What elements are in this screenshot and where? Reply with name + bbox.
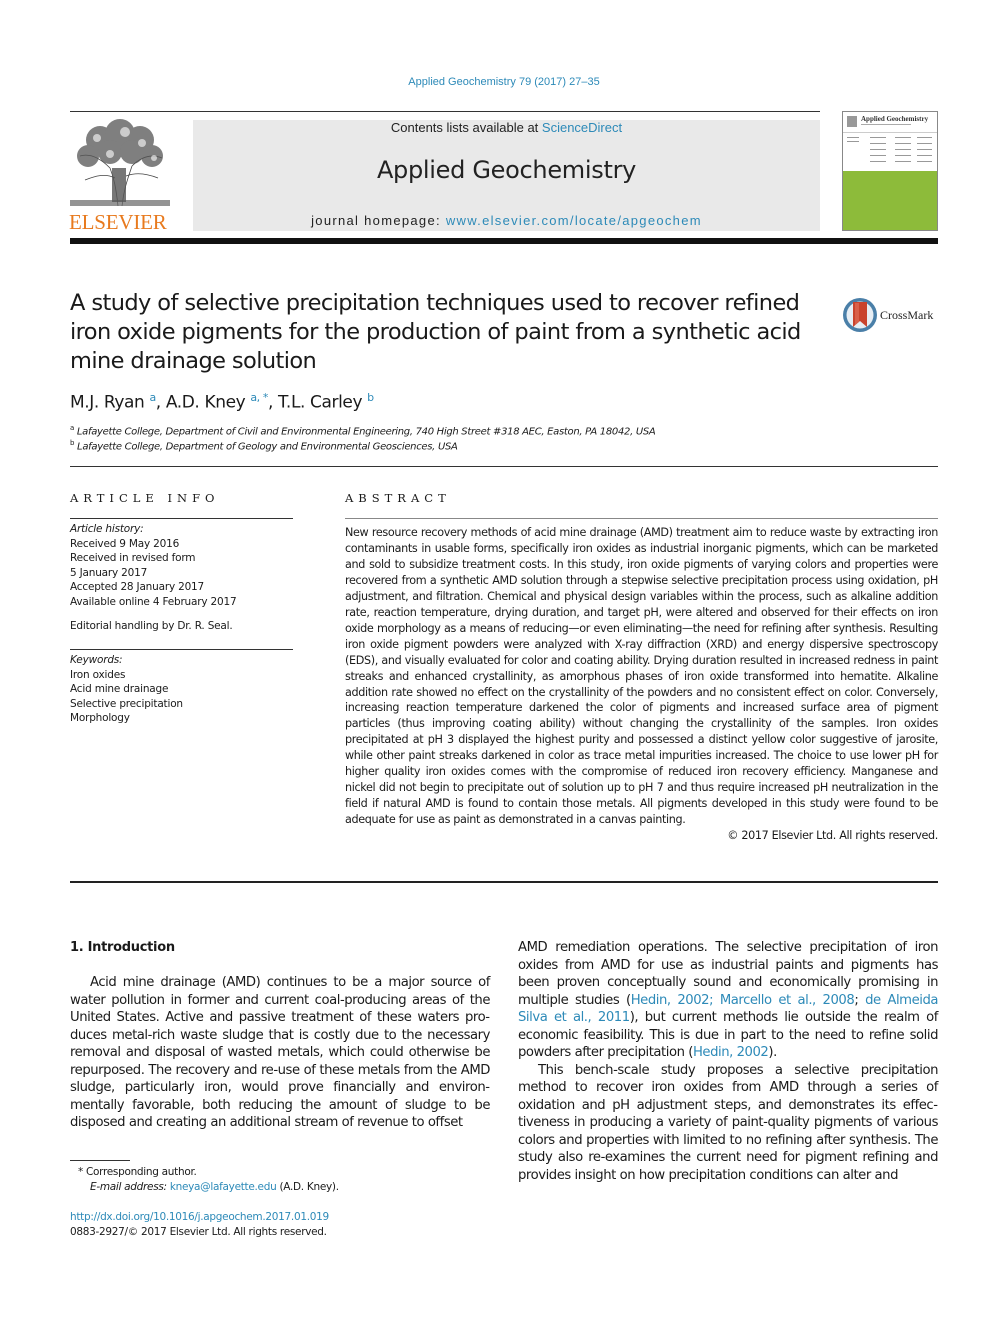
journal-title: Applied Geochemistry	[376, 156, 637, 184]
cover-line	[917, 155, 932, 156]
history-item: Received 9 May 2016	[70, 537, 180, 550]
author-name[interactable]: M.J. Ryan	[70, 393, 145, 413]
abstract-text: New resource recovery methods of acid mi…	[345, 526, 938, 827]
header-thick-rule	[70, 238, 938, 244]
cover-line	[847, 137, 859, 138]
cover-title: Applied Geochemistry	[861, 115, 929, 123]
article-title: A study of selective precipitation techn…	[70, 290, 801, 374]
author-separator: ,	[155, 392, 166, 413]
paragraph-text: ).	[768, 1045, 777, 1060]
reference-link[interactable]: Hedin, 2002; Marcello et al., 2008	[631, 993, 855, 1008]
cover-line	[895, 161, 911, 162]
history-item: 5 January 2017	[70, 566, 148, 579]
journal-banner: Contents lists available at ScienceDirec…	[193, 120, 820, 231]
elsevier-tree-icon	[70, 119, 170, 207]
email-label: E-mail address:	[90, 1181, 170, 1193]
author-affiliation-marker[interactable]: b	[367, 391, 374, 404]
keyword: Morphology	[70, 712, 130, 724]
abstract-heading: ABSTRACT	[345, 491, 451, 505]
cover-line	[870, 143, 886, 144]
affiliation-marker: a	[70, 424, 74, 432]
contents-availability: Contents lists available at ScienceDirec…	[193, 120, 820, 135]
cover-contents	[843, 132, 937, 171]
homepage-link[interactable]: www.elsevier.com/locate/apgeochem	[446, 213, 702, 228]
keywords-label: Keywords:	[70, 654, 123, 666]
cover-line	[895, 137, 911, 138]
cover-subtitle-line	[861, 124, 911, 125]
author-affiliation-marker[interactable]: a, *	[250, 391, 268, 404]
issn-line: 0883-2927/© 2017 Elsevier Ltd. All right…	[70, 1226, 327, 1238]
body-column-right: AMD remediation operations. The selectiv…	[518, 939, 938, 1184]
history-item: Available online 4 February 2017	[70, 595, 237, 608]
article-history-label: Article history:	[70, 523, 144, 535]
homepage-prefix: journal homepage:	[311, 213, 446, 228]
cover-line	[847, 141, 859, 142]
body-column-left: Acid mine drainage (AMD) continues to be…	[70, 974, 490, 1132]
abstract-bottom-rule	[70, 881, 938, 883]
author-name[interactable]: T.L. Carley	[278, 393, 363, 413]
citation-link[interactable]: Applied Geochemistry 79 (2017) 27–35	[408, 76, 599, 88]
crossmark-label: CrossMark	[880, 308, 934, 322]
editorial-handling: Editorial handling by Dr. R. Seal.	[70, 620, 233, 632]
intro-paragraph-continued: AMD remediation operations. The selectiv…	[518, 939, 938, 1062]
affiliation-text: Lafayette College, Department of Geology…	[77, 441, 458, 453]
keywords-rule	[70, 649, 293, 650]
cover-line	[917, 143, 932, 144]
keyword: Iron oxides	[70, 668, 126, 681]
history-item: Received in revised form	[70, 552, 196, 564]
corresponding-author-note: * Corresponding author.	[78, 1166, 197, 1178]
abstract-copyright: © 2017 Elsevier Ltd. All rights reserved…	[727, 829, 938, 843]
cover-line	[895, 149, 911, 150]
affiliation-marker: b	[70, 439, 75, 447]
cover-line	[917, 161, 932, 162]
article-info-rule	[70, 518, 293, 519]
elsevier-wordmark: ELSEVIER	[69, 210, 167, 234]
author-name[interactable]: A.D. Kney	[166, 393, 246, 413]
affiliation-text: Lafayette College, Department of Civil a…	[76, 426, 656, 438]
section-heading-introduction: 1. Introduction	[70, 940, 175, 955]
cover-logo-icon	[847, 116, 857, 127]
keyword: Acid mine drainage	[70, 683, 169, 695]
cover-line	[870, 137, 886, 138]
email-note: E-mail address: kneya@lafayette.edu (A.D…	[90, 1180, 339, 1195]
sciencedirect-link[interactable]: ScienceDirect	[542, 120, 622, 135]
author-separator: ,	[267, 392, 278, 413]
doi-link[interactable]: http://dx.doi.org/10.1016/j.apgeochem.20…	[70, 1211, 329, 1223]
abstract-body: New resource recovery methods of acid mi…	[345, 525, 938, 844]
footnote-rule	[70, 1160, 130, 1161]
email-link[interactable]: kneya@lafayette.edu	[170, 1181, 277, 1193]
keywords-block: Keywords: Iron oxides Acid mine drainage…	[70, 653, 293, 726]
article-info-heading: ARTICLE INFO	[70, 491, 220, 505]
crossmark-icon	[843, 298, 877, 332]
history-item: Accepted 28 January 2017	[70, 581, 205, 593]
reference-link[interactable]: Hedin, 2002	[693, 1045, 769, 1060]
cover-line	[917, 149, 932, 150]
journal-homepage: journal homepage: www.elsevier.com/locat…	[193, 213, 820, 228]
affiliation-a: a Lafayette College, Department of Civil…	[70, 424, 656, 438]
journal-citation[interactable]: Applied Geochemistry 79 (2017) 27–35	[0, 76, 992, 88]
keyword: Selective precipitation	[70, 697, 183, 710]
intro-paragraph: Acid mine drainage (AMD) continues to be…	[70, 975, 490, 1130]
cover-line	[870, 161, 886, 162]
cover-line	[895, 155, 911, 156]
elsevier-logo[interactable]: ELSEVIER	[69, 118, 180, 234]
cover-line	[917, 137, 932, 138]
cover-line	[870, 149, 886, 150]
cover-line	[870, 155, 886, 156]
abstract-rule	[345, 518, 938, 519]
intro-paragraph: This bench-scale study proposes a select…	[518, 1062, 938, 1183]
article-history: Article history: Received 9 May 2016 Rec…	[70, 522, 293, 634]
journal-cover-thumbnail[interactable]: Applied Geochemistry	[842, 111, 938, 231]
author-list: M.J. Ryan a, A.D. Kney a, *, T.L. Carley…	[70, 391, 374, 413]
header-rule	[70, 111, 820, 112]
affiliation-divider	[70, 466, 938, 467]
cover-header: Applied Geochemistry	[843, 112, 937, 132]
affiliation-b: b Lafayette College, Department of Geolo…	[70, 439, 458, 452]
contents-prefix: Contents lists available at	[390, 120, 542, 135]
crossmark-button[interactable]: CrossMark	[842, 296, 942, 336]
email-owner: (A.D. Kney).	[276, 1181, 339, 1193]
doi-line: http://dx.doi.org/10.1016/j.apgeochem.20…	[70, 1210, 329, 1225]
paragraph-text: ;	[854, 992, 866, 1008]
cover-line	[895, 143, 911, 144]
